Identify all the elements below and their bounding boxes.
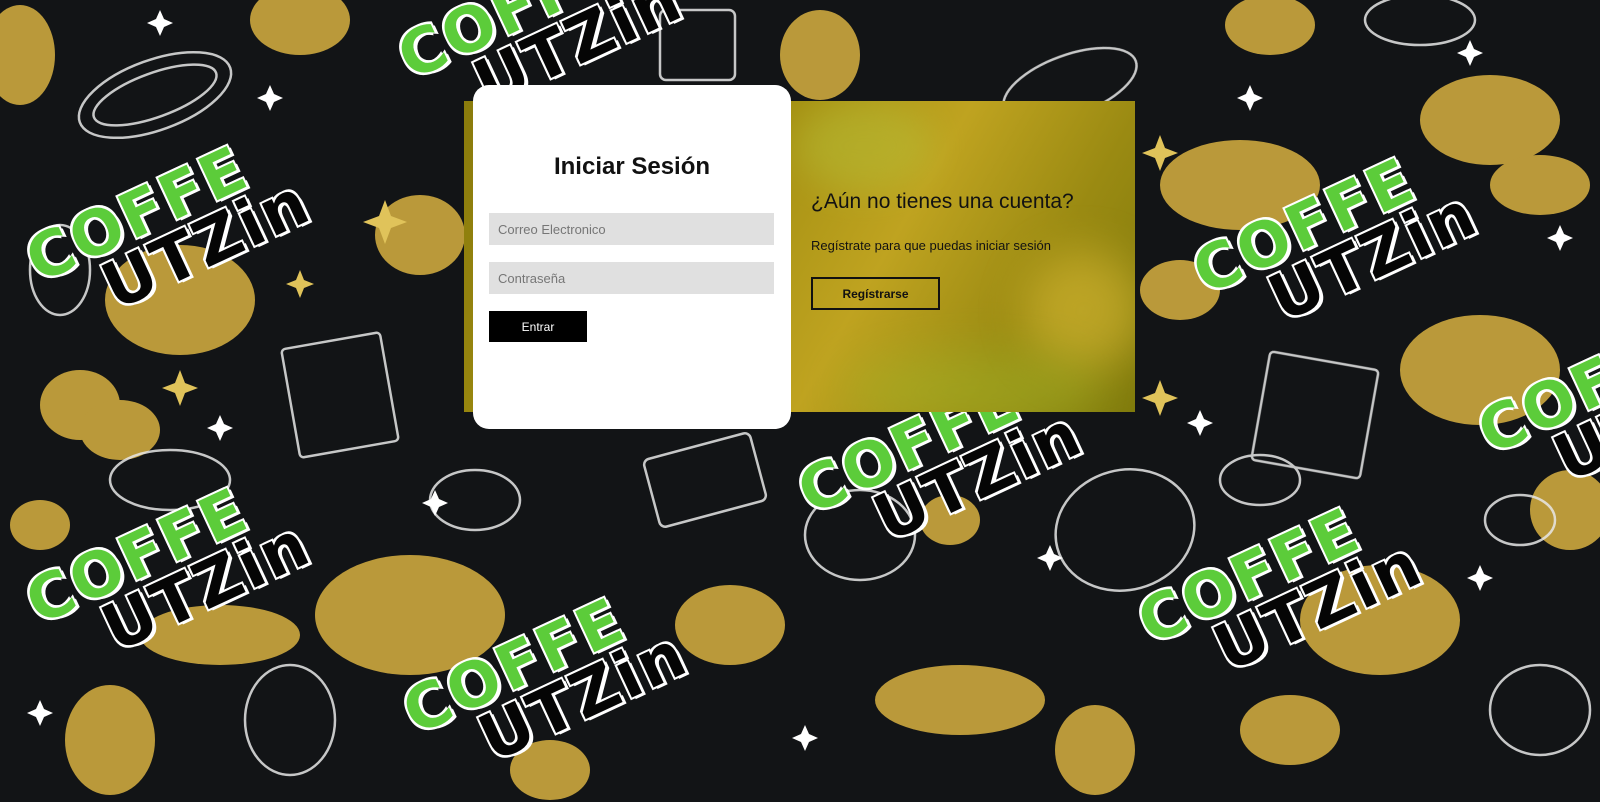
password-field[interactable] [489, 262, 774, 294]
register-description: Regístrate para que puedas iniciar sesió… [811, 238, 1051, 253]
register-title: ¿Aún no tienes una cuenta? [811, 190, 1074, 213]
register-button[interactable]: Regístrarse [811, 277, 940, 310]
email-field[interactable] [489, 213, 774, 245]
register-section: ¿Aún no tienes una cuenta? Regístrate pa… [811, 190, 1074, 310]
login-card: Iniciar Sesión Entrar [473, 85, 791, 429]
login-title: Iniciar Sesión [553, 153, 711, 180]
login-submit-button[interactable]: Entrar [489, 311, 587, 342]
